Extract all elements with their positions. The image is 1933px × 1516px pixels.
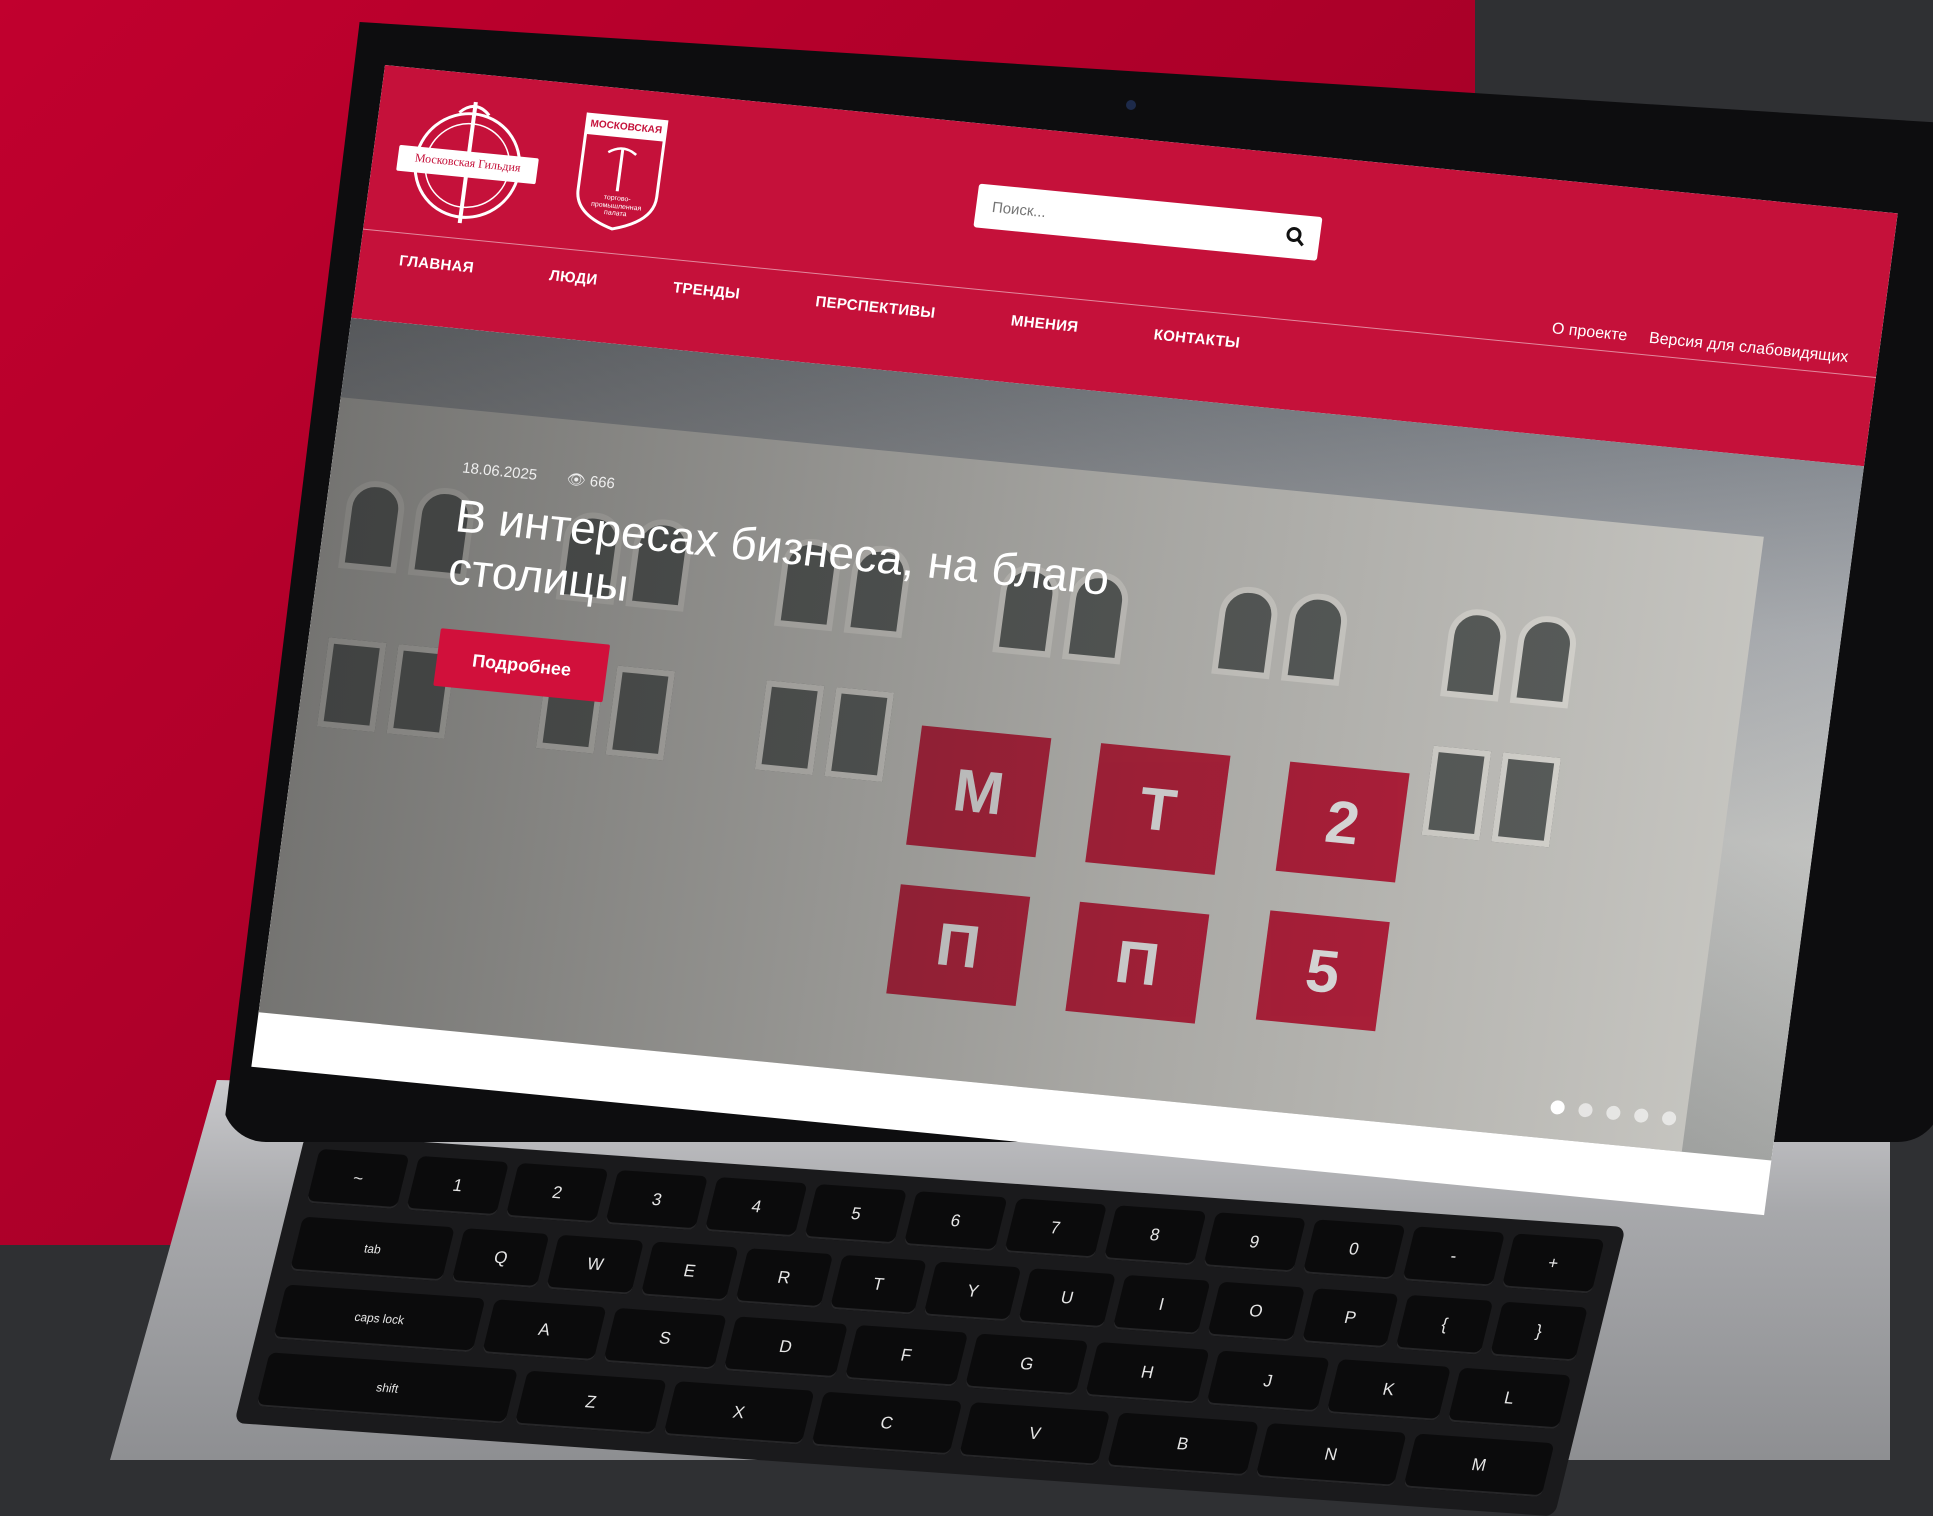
key: S [602, 1307, 727, 1370]
key: V [959, 1402, 1111, 1466]
camera-icon [1126, 100, 1136, 110]
key: C [810, 1391, 963, 1456]
slider-dot[interactable] [1577, 1102, 1594, 1118]
views-value: 666 [588, 473, 616, 493]
key: 3 [605, 1169, 709, 1231]
accessibility-link[interactable]: Версия для слабовидящих [1648, 330, 1849, 367]
key: 2 [505, 1162, 609, 1224]
key: 0 [1302, 1219, 1406, 1280]
slider-dot[interactable] [1549, 1099, 1566, 1116]
key: T [829, 1254, 928, 1315]
key: 5 [804, 1184, 908, 1245]
key: 9 [1202, 1212, 1306, 1273]
key: shift [256, 1352, 519, 1424]
search-bar [973, 183, 1323, 261]
key: P [1301, 1288, 1400, 1349]
key: tab [289, 1216, 456, 1282]
about-link[interactable]: О проекте [1551, 320, 1628, 345]
hero-overlay [258, 317, 1864, 1161]
key: K [1326, 1359, 1451, 1421]
nav-item-trends[interactable]: ТРЕНДЫ [671, 269, 743, 312]
slider-dot[interactable] [1661, 1110, 1678, 1126]
key: H [1085, 1342, 1210, 1404]
laptop-screen: Московская Гильдия МОСКОВСКАЯ торгово-пр… [251, 65, 1898, 1216]
search-input[interactable] [988, 197, 1288, 246]
key: M [1403, 1433, 1555, 1498]
key: caps lock [273, 1284, 486, 1353]
key: L [1447, 1367, 1572, 1430]
key: W [546, 1234, 645, 1295]
key: Q [451, 1228, 550, 1288]
slider-dot[interactable] [1605, 1105, 1622, 1121]
key: U [1018, 1268, 1116, 1329]
key: 6 [904, 1191, 1008, 1252]
key: 4 [704, 1177, 808, 1238]
chamber-logo[interactable]: МОСКОВСКАЯ торгово-промышленная палата [565, 109, 675, 237]
key: + [1501, 1233, 1605, 1294]
key: F [844, 1324, 969, 1387]
key: O [1206, 1281, 1305, 1342]
key: Y [923, 1261, 1022, 1322]
key: } [1490, 1301, 1588, 1362]
key: B [1107, 1412, 1259, 1477]
key: I [1112, 1274, 1211, 1335]
nav-item-perspectives[interactable]: ПЕРСПЕКТИВЫ [813, 283, 938, 331]
nav-item-contacts[interactable]: КОНТАКТЫ [1151, 316, 1242, 361]
nav-item-opinions[interactable]: МНЕНИЯ [1009, 302, 1081, 345]
key: R [734, 1248, 833, 1309]
search-icon[interactable] [1284, 226, 1307, 248]
nav-item-people[interactable]: ЛЮДИ [547, 257, 600, 298]
key: 1 [406, 1155, 510, 1217]
key: - [1401, 1226, 1505, 1287]
hero-slider: М Т 2 П П 5 18.06.2025 👁 666 В интересах… [258, 317, 1864, 1161]
nav-item-home[interactable]: ГЛАВНАЯ [397, 242, 476, 286]
key: 7 [1003, 1198, 1107, 1259]
key: N [1255, 1423, 1407, 1487]
key: A [482, 1299, 607, 1362]
key: ~ [306, 1148, 410, 1210]
slider-dot[interactable] [1633, 1107, 1650, 1124]
key: X [662, 1381, 815, 1445]
key: E [640, 1241, 739, 1302]
key: 8 [1103, 1205, 1207, 1266]
eye-icon: 👁 [565, 470, 587, 490]
key: D [723, 1316, 848, 1379]
moscow-guild-logo[interactable]: Московская Гильдия [384, 87, 552, 240]
key: { [1395, 1294, 1494, 1355]
key: Z [514, 1370, 667, 1435]
key: J [1205, 1350, 1330, 1413]
key: G [964, 1333, 1089, 1396]
